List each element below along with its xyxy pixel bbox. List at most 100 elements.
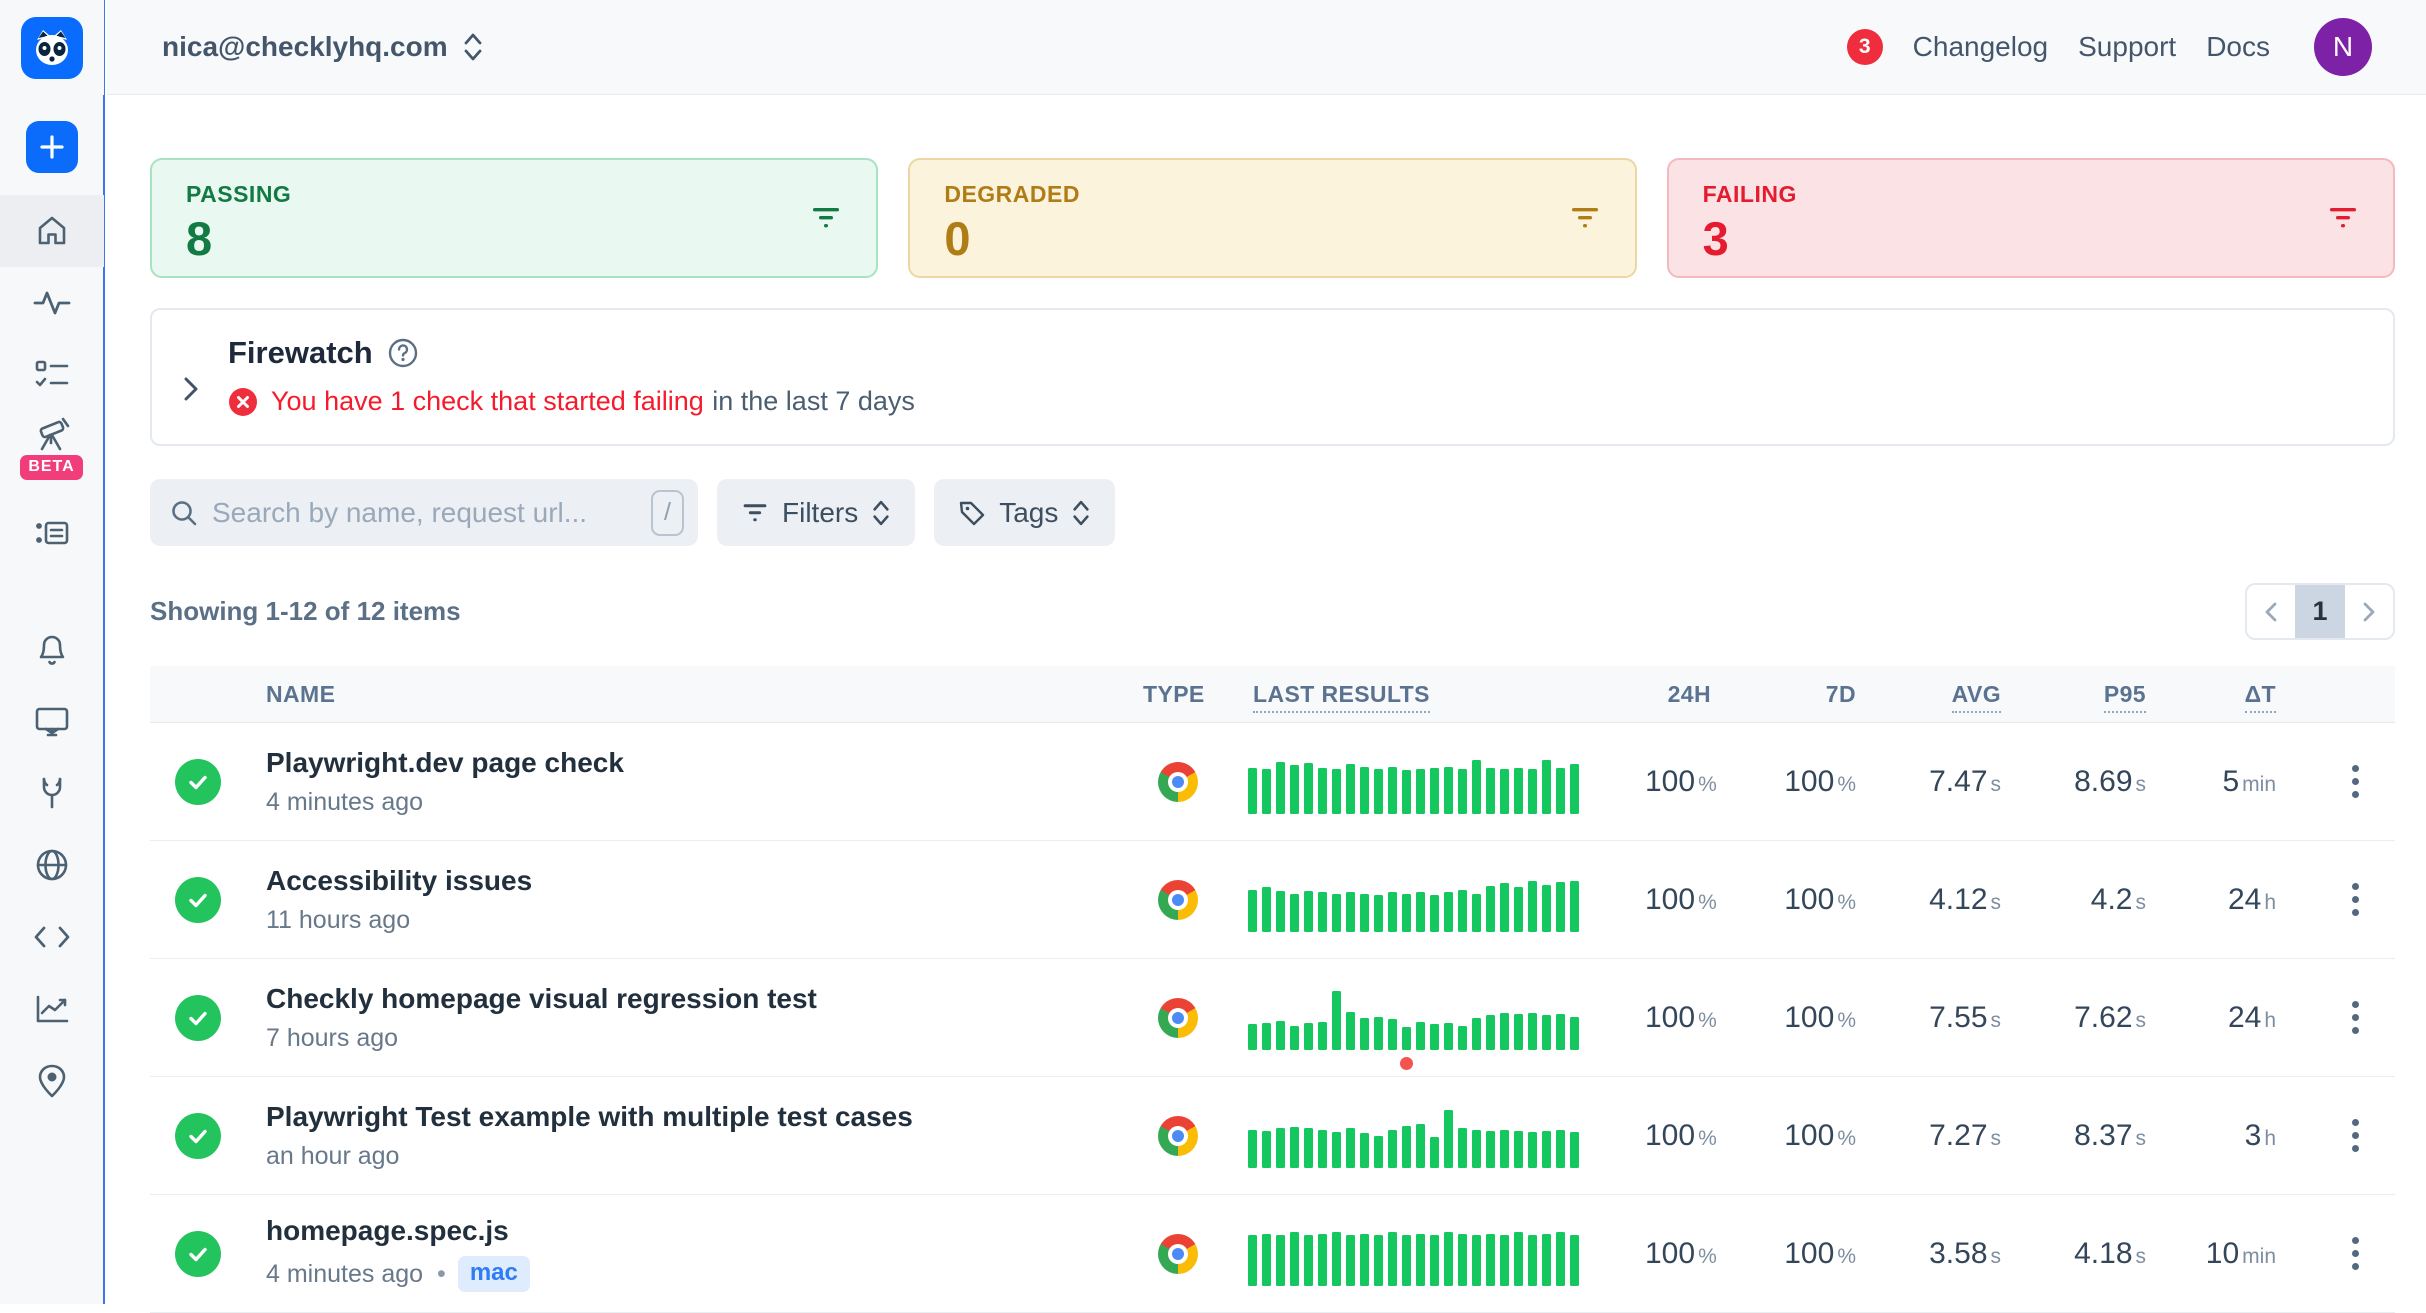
- column-last-results[interactable]: LAST RESULTS: [1245, 681, 1645, 708]
- firewatch-title: Firewatch: [228, 335, 373, 371]
- chrome-browser-icon: [1158, 880, 1198, 920]
- last-results-chart[interactable]: [1248, 1104, 1600, 1168]
- column-7d[interactable]: 7D: [1715, 681, 1860, 708]
- table-row[interactable]: Accessibility issues 11 hours ago 100% 1…: [150, 841, 2395, 959]
- p95-response: 4.2s: [2005, 883, 2150, 917]
- firewatch-expand-button[interactable]: [182, 361, 200, 417]
- filter-icon[interactable]: [1569, 205, 1601, 231]
- filters-label: Filters: [782, 497, 858, 529]
- column-24h[interactable]: 24H: [1645, 681, 1715, 708]
- column-delta-t[interactable]: ΔT: [2150, 681, 2280, 708]
- passing-label: PASSING: [186, 181, 842, 208]
- row-actions-menu[interactable]: [2344, 1229, 2367, 1278]
- row-actions-menu[interactable]: [2344, 993, 2367, 1042]
- column-type[interactable]: TYPE: [1110, 681, 1245, 708]
- row-actions-menu[interactable]: [2344, 875, 2367, 924]
- check-last-run: an hour ago: [266, 1142, 399, 1171]
- firewatch-alert-text[interactable]: You have 1 check that started failing: [271, 386, 704, 416]
- column-p95[interactable]: P95: [2005, 681, 2150, 708]
- support-link[interactable]: Support: [2078, 31, 2176, 63]
- main-content: PASSING 8 DEGRADED 0 FAILING 3: [107, 96, 2426, 1304]
- sidebar-item-private-locations[interactable]: [0, 829, 104, 901]
- sidebar-item-snippets[interactable]: [0, 901, 104, 973]
- tags-label: Tags: [999, 497, 1058, 529]
- check-name[interactable]: Checkly homepage visual regression test: [266, 983, 1110, 1015]
- help-icon[interactable]: [387, 337, 419, 369]
- search-icon: [170, 499, 198, 527]
- table-body: Playwright.dev page check 4 minutes ago …: [150, 723, 2395, 1313]
- column-name[interactable]: NAME: [258, 681, 1110, 708]
- success-7d: 100%: [1715, 883, 1860, 917]
- sidebar-item-checks[interactable]: [0, 267, 104, 339]
- check-tag-badge[interactable]: mac: [458, 1256, 530, 1292]
- current-page[interactable]: 1: [2295, 585, 2345, 638]
- table-row[interactable]: Checkly homepage visual regression test …: [150, 959, 2395, 1077]
- sidebar-item-runs[interactable]: [0, 497, 104, 569]
- docs-link[interactable]: Docs: [2206, 31, 2270, 63]
- account-switcher[interactable]: nica@checklyhq.com: [162, 31, 484, 63]
- last-results-chart[interactable]: [1248, 750, 1600, 814]
- checks-table: NAME TYPE LAST RESULTS 24H 7D AVG P95 ΔT…: [150, 666, 2395, 1313]
- last-results-chart[interactable]: [1248, 1222, 1600, 1286]
- sidebar-item-home[interactable]: [0, 195, 104, 267]
- filter-icon[interactable]: [810, 205, 842, 231]
- failing-count: 3: [1703, 211, 2359, 266]
- check-name[interactable]: homepage.spec.js: [266, 1215, 1110, 1247]
- sidebar-item-status-pages[interactable]: [0, 685, 104, 757]
- failing-card[interactable]: FAILING 3: [1667, 158, 2395, 278]
- chart-icon: [34, 993, 70, 1025]
- checkly-logo[interactable]: [0, 0, 104, 95]
- avg-response: 7.27s: [1860, 1119, 2005, 1153]
- tags-dropdown[interactable]: Tags: [934, 479, 1115, 546]
- degraded-label: DEGRADED: [944, 181, 1600, 208]
- table-row[interactable]: Playwright.dev page check 4 minutes ago …: [150, 723, 2395, 841]
- success-7d: 100%: [1715, 1001, 1860, 1035]
- changelog-link[interactable]: Changelog: [1913, 31, 2048, 63]
- chrome-browser-icon: [1158, 762, 1198, 802]
- failing-label: FAILING: [1703, 181, 2359, 208]
- p95-response: 8.69s: [2005, 765, 2150, 799]
- check-name[interactable]: Accessibility issues: [266, 865, 1110, 897]
- sidebar-item-locations[interactable]: [0, 1045, 104, 1117]
- check-name[interactable]: Playwright Test example with multiple te…: [266, 1101, 1110, 1133]
- sidebar-item-test-sessions[interactable]: [0, 339, 104, 411]
- row-actions-menu[interactable]: [2344, 1111, 2367, 1160]
- next-page-button[interactable]: [2345, 585, 2393, 638]
- row-actions-menu[interactable]: [2344, 757, 2367, 806]
- passing-status-icon: [175, 877, 221, 923]
- passing-card[interactable]: PASSING 8: [150, 158, 878, 278]
- filters-dropdown[interactable]: Filters: [717, 479, 915, 546]
- create-new-button[interactable]: [26, 121, 78, 173]
- degraded-card[interactable]: DEGRADED 0: [908, 158, 1636, 278]
- filter-icon[interactable]: [2327, 205, 2359, 231]
- search-box[interactable]: /: [150, 479, 698, 546]
- raccoon-logo-icon: [21, 17, 83, 79]
- sidebar-item-alerts[interactable]: [0, 613, 104, 685]
- success-7d: 100%: [1715, 765, 1860, 799]
- check-name[interactable]: Playwright.dev page check: [266, 747, 1110, 779]
- changelog-count-badge[interactable]: 3: [1847, 29, 1883, 65]
- column-avg[interactable]: AVG: [1860, 681, 2005, 708]
- search-shortcut-key: /: [651, 490, 684, 536]
- chrome-browser-icon: [1158, 1234, 1198, 1274]
- error-circle-icon: [228, 387, 258, 417]
- check-interval: 10min: [2150, 1237, 2280, 1271]
- activity-icon: [33, 288, 71, 318]
- avg-response: 3.58s: [1860, 1237, 2005, 1271]
- search-input[interactable]: [212, 497, 637, 529]
- sidebar-item-maintenance[interactable]: [0, 757, 104, 829]
- sidebar-item-explore-beta[interactable]: BETA: [0, 411, 104, 497]
- avg-response: 7.47s: [1860, 765, 2005, 799]
- results-count-text: Showing 1-12 of 12 items: [150, 596, 461, 627]
- table-row[interactable]: homepage.spec.js 4 minutes ago mac 100% …: [150, 1195, 2395, 1313]
- user-avatar[interactable]: N: [2314, 18, 2372, 76]
- success-24h: 100%: [1645, 1119, 1715, 1153]
- beta-badge: BETA: [20, 455, 82, 480]
- chevron-right-icon: [182, 375, 200, 403]
- last-results-chart[interactable]: [1248, 986, 1600, 1050]
- table-row[interactable]: Playwright Test example with multiple te…: [150, 1077, 2395, 1195]
- prev-page-button[interactable]: [2247, 585, 2295, 638]
- sidebar-item-dashboards[interactable]: [0, 973, 104, 1045]
- last-results-chart[interactable]: [1248, 868, 1600, 932]
- code-icon: [33, 923, 71, 951]
